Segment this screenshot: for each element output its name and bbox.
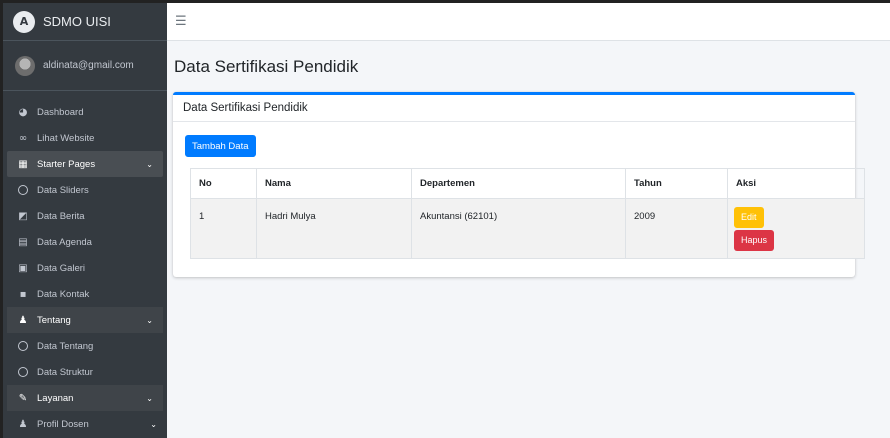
sidebar-item-label: Data Struktur [37,366,93,378]
user-email: aldinata@gmail.com [43,60,134,71]
cell-tahun: 2009 [625,198,728,259]
image-icon: ◩ [18,210,28,222]
sidebar-item-profil-dosen[interactable]: ♟ Profil Dosen ⌄ [3,411,167,437]
sidebar-item-label: Profil Dosen [37,418,89,430]
contact-icon: ▪ [19,288,27,300]
sidebar-item-data-sliders[interactable]: Data Sliders [3,177,167,203]
sidebar-item-data-kontak[interactable]: ▪ Data Kontak [3,281,167,307]
tachometer-icon: ◕ [18,106,28,118]
chevron-down-icon: ⌄ [146,315,153,325]
sidebar: A SDMO UISI aldinata@gmail.com ◕ Dashboa… [3,3,167,438]
page-title: Data Sertifikasi Pendidik [174,57,359,76]
sidebar-item-label: Lihat Website [37,132,95,144]
data-table: No Nama Departemen Tahun Aksi 1 Hadri Mu… [190,168,865,259]
brand-name: SDMO UISI [43,14,111,29]
column-header-tahun: Tahun [625,168,728,199]
table-row: 1 Hadri Mulya Akuntansi (62101) 2009 Edi… [190,198,865,259]
sidebar-item-label: Data Kontak [37,288,90,300]
sidebar-item-label: Tentang [37,314,71,326]
edit-icon: ✎ [18,392,28,404]
cell-no: 1 [190,198,257,259]
sidebar-item-label: Layanan [37,392,74,404]
link-icon: ∞ [18,132,28,144]
sidebar-item-data-galeri[interactable]: ▣ Data Galeri [3,255,167,281]
chevron-down-icon: ⌄ [146,159,153,169]
delete-button[interactable]: Hapus [734,230,775,251]
sidebar-item-label: Data Berita [37,210,85,222]
card-title: Data Sertifikasi Pendidik [173,95,855,122]
sidebar-item-label: Data Agenda [37,236,92,248]
sidebar-item-data-berita[interactable]: ◩ Data Berita [3,203,167,229]
sidebar-item-label: Data Tentang [37,340,94,352]
chevron-down-icon: ⌄ [150,419,157,429]
th-icon: ▦ [18,158,28,170]
data-card: Data Sertifikasi Pendidik Tambah Data No… [173,92,865,277]
column-header-departemen: Departemen [411,168,626,199]
sidebar-item-starter-pages[interactable]: ▦ Starter Pages ⌄ [7,151,163,177]
topbar: ☰ [167,3,890,41]
table-header-row: No Nama Departemen Tahun Aksi [190,168,865,199]
brand-logo-icon: A [13,10,35,33]
user-panel[interactable]: aldinata@gmail.com [3,41,167,91]
add-data-button[interactable]: Tambah Data [185,135,256,157]
edit-button[interactable]: Edit [734,207,764,228]
sidebar-item-label: Data Galeri [37,262,86,274]
sidebar-item-data-struktur[interactable]: Data Struktur [3,359,167,385]
circle-icon [18,341,28,351]
user-icon: ♟ [18,418,28,430]
circle-icon [18,367,28,377]
sidebar-item-label: Data Sliders [37,184,89,196]
cell-aksi: Edit Hapus [727,198,865,259]
sidebar-item-label: Dashboard [37,106,84,118]
cell-nama: Hadri Mulya [256,198,412,259]
chevron-down-icon: ⌄ [146,393,153,403]
sidebar-item-dashboard[interactable]: ◕ Dashboard [3,99,167,125]
sidebar-item-label: Starter Pages [37,158,96,170]
sidebar-nav: ◕ Dashboard ∞ Lihat Website ▦ Starter Pa… [3,91,167,437]
sidebar-item-layanan[interactable]: ✎ Layanan ⌄ [7,385,163,411]
user-icon: ♟ [18,314,28,326]
circle-icon [18,185,28,195]
column-header-aksi: Aksi [727,168,865,199]
avatar [15,55,35,76]
photo-icon: ▣ [18,262,28,274]
brand[interactable]: A SDMO UISI [3,3,167,41]
calendar-icon: ▤ [18,236,28,248]
column-header-no: No [190,168,257,199]
sidebar-item-lihat-website[interactable]: ∞ Lihat Website [3,125,167,151]
sidebar-item-data-agenda[interactable]: ▤ Data Agenda [3,229,167,255]
column-header-nama: Nama [256,168,412,199]
main-content: Data Sertifikasi Pendidik Data Sertifika… [167,41,890,438]
app-frame: A SDMO UISI aldinata@gmail.com ◕ Dashboa… [0,0,890,438]
sidebar-item-tentang[interactable]: ♟ Tentang ⌄ [7,307,163,333]
cell-departemen: Akuntansi (62101) [411,198,626,259]
hamburger-icon[interactable]: ☰ [175,14,187,29]
sidebar-item-data-tentang[interactable]: Data Tentang [3,333,167,359]
